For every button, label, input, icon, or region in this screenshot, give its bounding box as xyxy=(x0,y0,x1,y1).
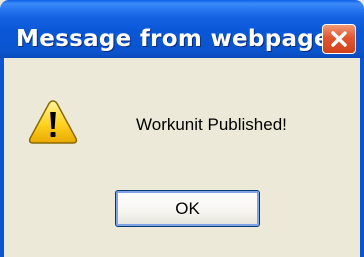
window-frame-left xyxy=(0,58,4,257)
window-frame-right xyxy=(360,58,364,257)
title-bar[interactable]: Message from webpage xyxy=(0,0,364,58)
close-icon xyxy=(331,31,347,47)
ok-button[interactable]: OK xyxy=(115,190,260,227)
warning-icon xyxy=(28,100,78,144)
dialog-message: Workunit Published! xyxy=(136,115,287,134)
message-dialog: Message from webpage Workunit Published!… xyxy=(0,0,364,257)
close-button[interactable] xyxy=(322,24,356,54)
dialog-title: Message from webpage xyxy=(16,26,330,52)
